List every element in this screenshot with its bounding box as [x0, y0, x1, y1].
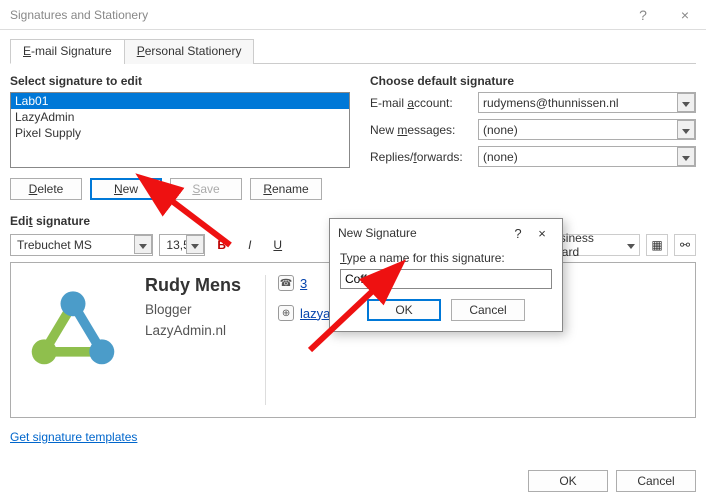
close-icon[interactable]: × [530, 226, 554, 241]
signature-role: Blogger [145, 302, 241, 317]
underline-button[interactable]: U [267, 234, 289, 256]
delete-button[interactable]: Delete [10, 178, 82, 200]
signature-text-block: Rudy Mens Blogger LazyAdmin.nl [145, 275, 241, 405]
bold-button[interactable]: B [211, 234, 233, 256]
signature-name-input[interactable] [340, 269, 552, 289]
close-icon[interactable]: × [664, 7, 706, 23]
rename-button[interactable]: Rename [250, 178, 322, 200]
signature-listbox[interactable]: Lab01 LazyAdmin Pixel Supply [10, 92, 350, 168]
new-messages-label: New messages: [370, 123, 478, 137]
chevron-down-icon[interactable] [134, 235, 152, 254]
email-account-select[interactable]: rudymens@thunnissen.nl [478, 92, 696, 113]
chevron-down-icon[interactable] [677, 93, 695, 112]
signature-logo [25, 275, 121, 405]
tab-email-signature[interactable]: E-mail Signature [10, 39, 125, 64]
tabs: E-mail Signature Personal Stationery [10, 38, 696, 64]
dialog-cancel-button[interactable]: Cancel [451, 299, 525, 321]
get-templates-link[interactable]: Get signature templates [10, 430, 137, 444]
chevron-down-icon [627, 238, 635, 252]
font-combo[interactable]: Trebuchet MS [10, 234, 153, 256]
list-item[interactable]: LazyAdmin [11, 109, 349, 125]
signature-site: LazyAdmin.nl [145, 323, 241, 338]
list-item[interactable]: Lab01 [11, 93, 349, 109]
default-signature-label: Choose default signature [370, 74, 696, 88]
list-item[interactable]: Pixel Supply [11, 125, 349, 141]
image-button[interactable]: ▦ [646, 234, 668, 256]
chevron-down-icon[interactable] [677, 147, 695, 166]
phone-link[interactable]: 3 [300, 276, 307, 291]
dialog-title: New Signature [338, 226, 417, 240]
window-titlebar: Signatures and Stationery ? × [0, 0, 706, 30]
help-icon[interactable]: ? [622, 7, 664, 23]
phone-icon: ☎ [278, 275, 294, 291]
window-title: Signatures and Stationery [10, 8, 148, 22]
chevron-down-icon[interactable] [677, 120, 695, 139]
tab-personal-stationery[interactable]: Personal Stationery [124, 39, 255, 64]
new-button[interactable]: New [90, 178, 162, 200]
font-size-combo[interactable]: 13,5 [159, 234, 204, 256]
signature-name: Rudy Mens [145, 275, 241, 296]
dialog-field-label: Type a name for this signature: [340, 251, 552, 265]
new-messages-select[interactable]: (none) [478, 119, 696, 140]
link-icon: ⚯ [680, 238, 690, 252]
help-icon[interactable]: ? [506, 226, 530, 241]
italic-button[interactable]: I [239, 234, 261, 256]
email-account-label: E-mail account: [370, 96, 478, 110]
select-signature-label: Select signature to edit [10, 74, 350, 88]
hyperlink-button[interactable]: ⚯ [674, 234, 696, 256]
globe-icon: ⊕ [278, 305, 294, 321]
save-button: Save [170, 178, 242, 200]
replies-forwards-select[interactable]: (none) [478, 146, 696, 167]
chevron-down-icon[interactable] [186, 235, 204, 254]
ok-button[interactable]: OK [528, 470, 608, 492]
image-icon: ▦ [651, 238, 662, 252]
dialog-titlebar: New Signature ? × [330, 219, 562, 247]
dialog-ok-button[interactable]: OK [367, 299, 441, 321]
replies-forwards-label: Replies/forwards: [370, 150, 478, 164]
cancel-button[interactable]: Cancel [616, 470, 696, 492]
new-signature-dialog: New Signature ? × Type a name for this s… [329, 218, 563, 332]
